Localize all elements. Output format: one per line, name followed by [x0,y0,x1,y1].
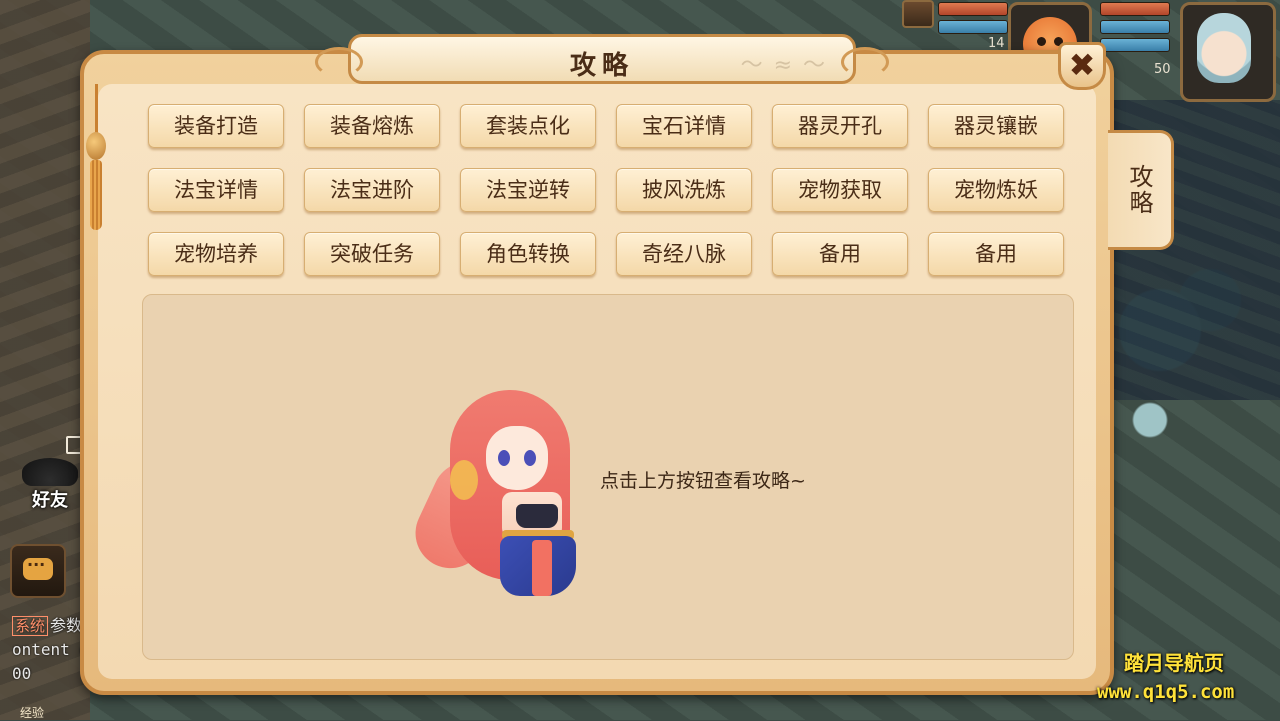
player-mp-bar [1100,20,1170,34]
dialog-title: 攻略 [569,51,634,81]
watermark-name: 踏月导航页 [1124,651,1224,675]
friends-button[interactable]: 好友 [14,450,86,514]
pet-mp-bar [938,20,1008,34]
guide-character-illustration [404,380,620,600]
friends-label: 好友 [32,490,68,511]
guide-button[interactable]: 法宝逆转 [460,168,596,212]
guide-button[interactable]: 法宝进阶 [304,168,440,212]
character-eye [524,450,536,466]
close-button[interactable]: ✖ [1058,42,1106,90]
tassel-decoration [90,160,102,230]
guide-button[interactable]: 器灵开孔 [772,104,908,148]
pet-level: 14 [988,36,1005,51]
player-status-bars [1100,2,1170,56]
character-sash [532,540,552,596]
character-eye [498,450,510,466]
guide-button[interactable]: 宠物炼妖 [928,168,1064,212]
guide-button[interactable]: 披风洗炼 [616,168,752,212]
scene-building-left [0,0,90,720]
guide-button[interactable]: 装备熔炼 [304,104,440,148]
guide-button[interactable]: 宝石详情 [616,104,752,148]
player-hp-bar [1100,2,1170,16]
pet-status-bars [938,2,1008,38]
player-exp-bar [1100,38,1170,52]
player-portrait[interactable] [1180,2,1276,102]
guide-button[interactable]: 突破任务 [304,232,440,276]
character-top [516,504,558,528]
chat-button[interactable] [10,544,66,598]
guide-button[interactable]: 套装点化 [460,104,596,148]
chat-line: 参数 [50,616,83,635]
buff-icon[interactable] [902,0,934,28]
character-face [486,426,548,490]
guide-button[interactable]: 装备打造 [148,104,284,148]
guide-button[interactable]: 角色转换 [460,232,596,276]
system-tag: 系统 [12,616,49,636]
guide-button[interactable]: 奇经八脉 [616,232,752,276]
guide-hint-text: 点击上方按钮查看攻略~ [600,470,806,492]
chat-bubble-icon [23,555,53,580]
pet-hp-bar [938,2,1008,16]
character-ribbon [450,460,478,500]
guide-button[interactable]: 宠物培养 [148,232,284,276]
tassel-cord [95,84,98,134]
title-plate: ～ ≈ ～ 攻略 [315,34,889,84]
tassel-knot-decoration [86,132,106,160]
guide-button[interactable]: 备用 [928,232,1064,276]
exp-label: 经验 [20,706,45,720]
player-face-icon [1197,13,1251,83]
friends-hat-icon [22,458,78,486]
guide-button[interactable]: 宠物获取 [772,168,908,212]
tab-guide[interactable]: 攻略 [1108,130,1174,250]
player-level: 50 [1154,62,1171,77]
guide-button[interactable]: 备用 [772,232,908,276]
guide-button[interactable]: 器灵镶嵌 [928,104,1064,148]
guide-button[interactable]: 法宝详情 [148,168,284,212]
watermark-url: www.q1q5.com [1097,681,1235,703]
